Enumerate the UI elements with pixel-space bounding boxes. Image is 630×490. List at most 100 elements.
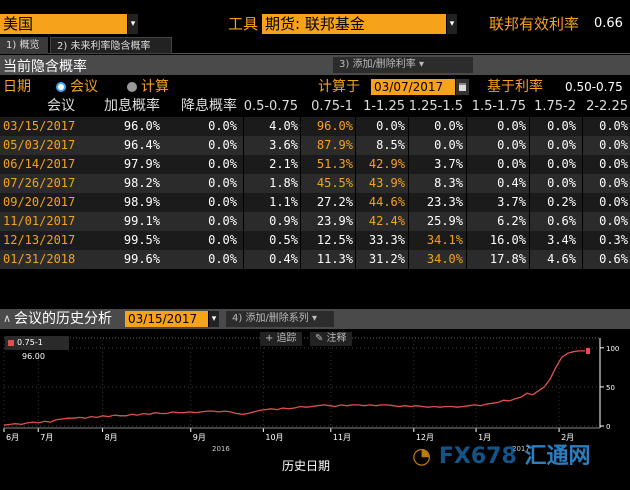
- table-header: 会议 加息概率 降息概率 0.5-0.75 0.75-1 1-1.25 1.25-1.5 1.…: [0, 98, 630, 115]
- button-label: ✎ 注释: [315, 333, 347, 344]
- x-tick-label: 10月: [265, 433, 283, 442]
- probability-cell: 98.2%: [123, 176, 160, 190]
- fed-rate-value: 0.66: [594, 16, 623, 31]
- country-select[interactable]: 美国: [0, 14, 127, 34]
- section-title: 当前隐含概率: [3, 59, 87, 75]
- tab-future-rate-probability[interactable]: 2) 未来利率隐含概率: [50, 37, 172, 54]
- table-row[interactable]: 11/01/2017 99.1% 0.0% 0.9% 23.9% 42.4% 25.9% 6.…: [0, 212, 630, 231]
- probability-cell: 16.0%: [466, 231, 526, 250]
- controls-row: 日期 会议 计算 计算于 03/07/2017 基于利率 0.50-0.75: [0, 77, 630, 97]
- meeting-date-cell: 03/15/2017: [3, 119, 76, 133]
- probability-cell: 0.0%: [582, 155, 628, 174]
- table-row[interactable]: 06/14/2017 97.9% 0.0% 2.1% 51.3% 42.9% 3.7% 0.0…: [0, 155, 630, 174]
- track-button[interactable]: + 追踪: [260, 332, 302, 346]
- probability-cell: 0.0%: [582, 193, 628, 212]
- chevron-down-icon[interactable]: ▾: [127, 14, 138, 34]
- country-value: 美国: [3, 15, 34, 33]
- probability-cell: 0.0%: [208, 176, 237, 190]
- collapse-icon[interactable]: ∧: [3, 309, 11, 329]
- probability-cell: 8.5%: [355, 136, 405, 155]
- based-on-label: 基于利率: [487, 79, 543, 95]
- column-header[interactable]: 降息概率: [165, 98, 237, 115]
- probability-cell: 96.0%: [300, 117, 353, 136]
- column-header[interactable]: 会议: [3, 98, 75, 115]
- probability-cell: 98.9%: [123, 195, 160, 209]
- probability-cell: 44.6%: [355, 193, 405, 212]
- probability-cell: 0.0%: [208, 119, 237, 133]
- table-row[interactable]: 12/13/2017 99.5% 0.0% 0.5% 12.5% 33.3% 34.1% 16…: [0, 231, 630, 250]
- add-remove-series-button[interactable]: 4) 添加/删除系列 ▾: [226, 311, 334, 327]
- section-title: 会议的历史分析: [14, 311, 112, 327]
- probability-cell: 0.0%: [208, 252, 237, 266]
- button-label: 3) 添加/删除利率 ▾: [339, 59, 425, 70]
- y-tick-label: 50: [606, 384, 615, 392]
- probability-cell: 0.0%: [529, 136, 576, 155]
- probability-cell: 0.0%: [466, 136, 526, 155]
- calc-date-value: 03/07/2017: [374, 80, 444, 94]
- series-line-0.75-1: [3, 350, 585, 426]
- probability-cell: 0.0%: [408, 117, 463, 136]
- table-row[interactable]: 09/20/2017 98.9% 0.0% 1.1% 27.2% 44.6% 23.3% 3.…: [0, 193, 630, 212]
- column-header[interactable]: 0.75-1: [300, 98, 353, 115]
- probability-cell: 99.5%: [123, 233, 160, 247]
- table-row[interactable]: 01/31/2018 99.6% 0.0% 0.4% 11.3% 31.2% 34.0% 17…: [0, 250, 630, 269]
- x-axis-label: 历史日期: [282, 459, 331, 473]
- history-date-input[interactable]: 03/15/2017: [125, 311, 208, 327]
- probability-cell: 0.0%: [529, 174, 576, 193]
- calendar-icon[interactable]: [456, 79, 469, 95]
- chevron-down-icon[interactable]: ▾: [446, 14, 457, 34]
- probability-cell: 27.2%: [300, 193, 353, 212]
- legend-swatch: [8, 340, 14, 346]
- button-label: + 追踪: [265, 333, 297, 344]
- probability-cell: 0.4%: [466, 174, 526, 193]
- probability-cell: 11.3%: [300, 250, 353, 269]
- table-row[interactable]: 05/03/2017 96.4% 0.0% 3.6% 87.9% 8.5% 0.0% 0.0%…: [0, 136, 630, 155]
- probability-cell: 0.0%: [582, 117, 628, 136]
- probability-cell: 43.9%: [355, 174, 405, 193]
- column-header[interactable]: 加息概率: [80, 98, 160, 115]
- probability-cell: 87.9%: [300, 136, 353, 155]
- column-header[interactable]: 1.25-1.5: [408, 98, 463, 115]
- probability-cell: 4.6%: [529, 250, 576, 269]
- probability-cell: 96.4%: [123, 138, 160, 152]
- based-on-value: 0.50-0.75: [565, 80, 623, 94]
- probability-cell: 0.0%: [582, 174, 628, 193]
- tab-overview[interactable]: 1) 概览: [0, 37, 48, 54]
- button-label: 4) 添加/删除系列 ▾: [232, 313, 318, 324]
- tab-bar: 1) 概览 2) 未来利率隐含概率: [0, 36, 630, 54]
- top-bar: 美国 ▾ 工具 期货: 联邦基金 ▾ 联邦有效利率 0.66: [0, 0, 630, 36]
- watermark-logo: ◔ FX678 汇通网: [412, 438, 590, 470]
- table-row[interactable]: 03/15/2017 96.0% 0.0% 4.0% 96.0% 0.0% 0.0% 0.0%…: [0, 117, 630, 136]
- watermark-swirl-icon: ◔: [412, 444, 432, 469]
- column-header[interactable]: 0.5-0.75: [243, 98, 298, 115]
- meeting-date-cell: 11/01/2017: [3, 214, 76, 228]
- implied-probability-header: 当前隐含概率 3) 添加/删除利率 ▾: [0, 55, 630, 75]
- column-header[interactable]: 1-1.25: [355, 98, 405, 115]
- probability-cell: 42.9%: [355, 155, 405, 174]
- chevron-down-icon[interactable]: ▾: [208, 311, 219, 327]
- probability-cell: 99.1%: [123, 214, 160, 228]
- annotate-button[interactable]: ✎ 注释: [310, 332, 352, 346]
- radio-calc[interactable]: [127, 82, 137, 92]
- calc-label: 计算: [141, 79, 169, 95]
- table-row[interactable]: 07/26/2017 98.2% 0.0% 1.8% 45.5% 43.9% 8.3% 0.4…: [0, 174, 630, 193]
- probability-cell: 0.4%: [243, 250, 298, 269]
- watermark-brand-cn: 汇通网: [524, 444, 591, 469]
- probability-cell: 0.2%: [529, 193, 576, 212]
- instrument-select[interactable]: 期货: 联邦基金: [262, 14, 446, 34]
- probability-cell: 12.5%: [300, 231, 353, 250]
- radio-meeting[interactable]: [56, 82, 66, 92]
- column-header[interactable]: 1.5-1.75: [466, 98, 526, 115]
- column-header[interactable]: 2-2.25: [582, 98, 628, 115]
- watermark-brand: FX678: [438, 444, 517, 469]
- meeting-date-cell: 07/26/2017: [3, 176, 76, 190]
- column-header[interactable]: 1.75-2: [529, 98, 576, 115]
- probability-cell: 31.2%: [355, 250, 405, 269]
- x-tick-label: 6月: [6, 433, 19, 442]
- history-chart: 0 50 100 6月 7月 8月 9月 10月 11月 12月 1月 2月 2016 2017 0.75…: [0, 330, 630, 490]
- add-remove-rate-button[interactable]: 3) 添加/删除利率 ▾: [333, 57, 473, 73]
- probability-cell: 23.3%: [408, 193, 463, 212]
- probability-cell: 0.0%: [208, 195, 237, 209]
- calc-date-input[interactable]: 03/07/2017: [371, 79, 455, 95]
- history-analysis-header: ∧ 会议的历史分析 03/15/2017 ▾ 4) 添加/删除系列 ▾: [0, 309, 630, 329]
